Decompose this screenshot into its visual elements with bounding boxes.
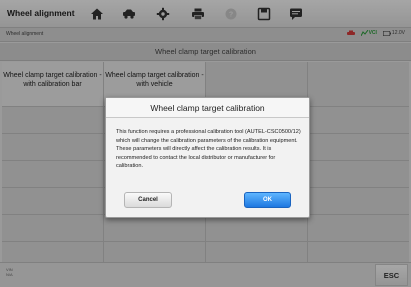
cancel-button[interactable]: Cancel — [124, 192, 172, 208]
dialog-message: This function requires a professional ca… — [116, 129, 301, 170]
calibration-dialog: Wheel clamp target calibration This func… — [105, 97, 310, 218]
ok-button[interactable]: OK — [244, 192, 291, 208]
screen: Wheel alignment ? Wheel alignment VCI 12… — [0, 0, 411, 287]
dialog-title: Wheel clamp target calibration — [106, 98, 309, 118]
